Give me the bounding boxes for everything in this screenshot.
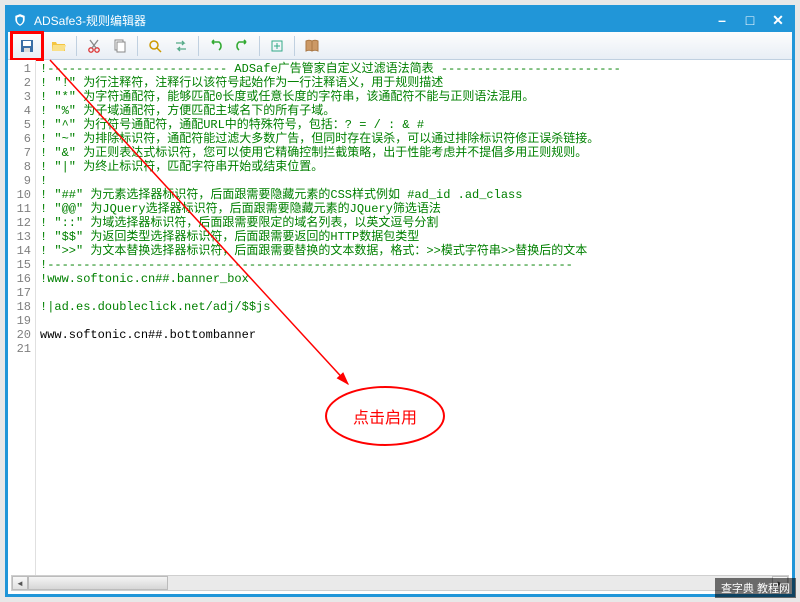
save-icon (19, 38, 35, 54)
line-number: 7 (8, 146, 31, 160)
scroll-left-button[interactable]: ◄ (12, 576, 28, 590)
find-button[interactable] (143, 35, 167, 57)
app-window: ADSafe3-规则编辑器 – □ ✕ (5, 5, 795, 597)
code-line[interactable]: ! "::" 为域选择器标识符，后面跟需要限定的域名列表，以英文逗号分割 (40, 216, 792, 230)
close-button[interactable]: ✕ (764, 8, 792, 32)
horizontal-scrollbar[interactable]: ◄ ► (11, 575, 789, 591)
line-number: 10 (8, 188, 31, 202)
scroll-thumb[interactable] (28, 576, 168, 590)
code-line[interactable]: ! "!" 为行注释符，注释行以该符号起始作为一行注释语义，用于规则描述 (40, 76, 792, 90)
undo-button[interactable] (204, 35, 228, 57)
code-line[interactable] (40, 314, 792, 328)
code-editor[interactable]: 123456789101112131415161718192021 !-----… (8, 60, 792, 577)
undo-icon (208, 38, 224, 54)
line-number: 18 (8, 300, 31, 314)
book-button[interactable] (300, 35, 324, 57)
line-number: 20 (8, 328, 31, 342)
code-line[interactable]: ! "&" 为正则表达式标识符，您可以使用它精确控制拦截策略，出于性能考虑并不提… (40, 146, 792, 160)
code-line[interactable]: !------------------------- ADSafe广告管家自定义… (40, 62, 792, 76)
line-number: 15 (8, 258, 31, 272)
copy-button[interactable] (108, 35, 132, 57)
replace-icon (173, 38, 189, 54)
toolbar-separator (76, 36, 77, 56)
save-highlight-box (10, 31, 44, 61)
line-number: 3 (8, 90, 31, 104)
line-number-gutter: 123456789101112131415161718192021 (8, 60, 36, 577)
line-number: 11 (8, 202, 31, 216)
watermark: 查字典 教程网 (715, 578, 796, 598)
line-number: 21 (8, 342, 31, 356)
toolbar-separator (198, 36, 199, 56)
app-shield-icon (12, 12, 28, 28)
line-number: 13 (8, 230, 31, 244)
code-line[interactable]: !|ad.es.doubleclick.net/adj/$$js (40, 300, 792, 314)
copy-icon (112, 38, 128, 54)
open-button[interactable] (47, 35, 71, 57)
code-line[interactable]: !www.softonic.cn##.banner_box (40, 272, 792, 286)
line-number: 14 (8, 244, 31, 258)
code-line[interactable]: ! "|" 为终止标识符，匹配字符串开始或结束位置。 (40, 160, 792, 174)
replace-button[interactable] (169, 35, 193, 57)
code-line[interactable]: www.softonic.cn##.bottombanner (40, 328, 792, 342)
cut-button[interactable] (82, 35, 106, 57)
line-number: 17 (8, 286, 31, 300)
code-line[interactable]: ! "~" 为排除标识符，通配符能过滤大多数广告，但同时存在误杀，可以通过排除标… (40, 132, 792, 146)
scissors-icon (86, 38, 102, 54)
toolbar-separator (259, 36, 260, 56)
code-line[interactable]: !---------------------------------------… (40, 258, 792, 272)
code-line[interactable]: ! "*" 为字符通配符，能够匹配0长度或任意长度的字符串，该通配符不能与正则语… (40, 90, 792, 104)
book-icon (304, 38, 320, 54)
redo-button[interactable] (230, 35, 254, 57)
line-number: 2 (8, 76, 31, 90)
code-line[interactable]: ! "$$" 为返回类型选择器标识符，后面跟需要返回的HTTP数据包类型 (40, 230, 792, 244)
line-number: 12 (8, 216, 31, 230)
toolbar-separator (294, 36, 295, 56)
window-title: ADSafe3-规则编辑器 (34, 12, 708, 29)
folder-open-icon (51, 38, 67, 54)
minimize-button[interactable]: – (708, 8, 736, 32)
titlebar: ADSafe3-规则编辑器 – □ ✕ (8, 8, 792, 32)
line-number: 19 (8, 314, 31, 328)
code-line[interactable]: ! "%" 为子域通配符，方便匹配主域名下的所有子域。 (40, 104, 792, 118)
maximize-button[interactable]: □ (736, 8, 764, 32)
code-line[interactable]: ! "##" 为元素选择器标识符，后面跟需要隐藏元素的CSS样式例如 #ad_i… (40, 188, 792, 202)
line-number: 6 (8, 132, 31, 146)
line-number: 1 (8, 62, 31, 76)
scroll-track[interactable] (28, 576, 772, 590)
code-line[interactable]: ! "^" 为行符号通配符，通配URL中的特殊符号，包括：? = / : & # (40, 118, 792, 132)
annotation-text: 点击启用 (353, 404, 417, 428)
toolbar-separator (137, 36, 138, 56)
save-button[interactable] (15, 35, 39, 57)
line-number: 4 (8, 104, 31, 118)
export-icon (269, 38, 285, 54)
annotation-bubble: 点击启用 (325, 386, 445, 446)
line-number: 9 (8, 174, 31, 188)
code-line[interactable] (40, 286, 792, 300)
line-number: 8 (8, 160, 31, 174)
code-line[interactable] (40, 342, 792, 356)
code-line[interactable]: ! ">>" 为文本替换选择器标识符，后面跟需要替换的文本数据，格式：>>模式字… (40, 244, 792, 258)
line-number: 5 (8, 118, 31, 132)
redo-icon (234, 38, 250, 54)
search-icon (147, 38, 163, 54)
export-button[interactable] (265, 35, 289, 57)
line-number: 16 (8, 272, 31, 286)
code-line[interactable]: ! (40, 174, 792, 188)
toolbar (8, 32, 792, 60)
code-area[interactable]: !------------------------- ADSafe广告管家自定义… (36, 60, 792, 577)
code-line[interactable]: ! "@@" 为JQuery选择器标识符，后面跟需要隐藏元素的JQuery筛选语… (40, 202, 792, 216)
